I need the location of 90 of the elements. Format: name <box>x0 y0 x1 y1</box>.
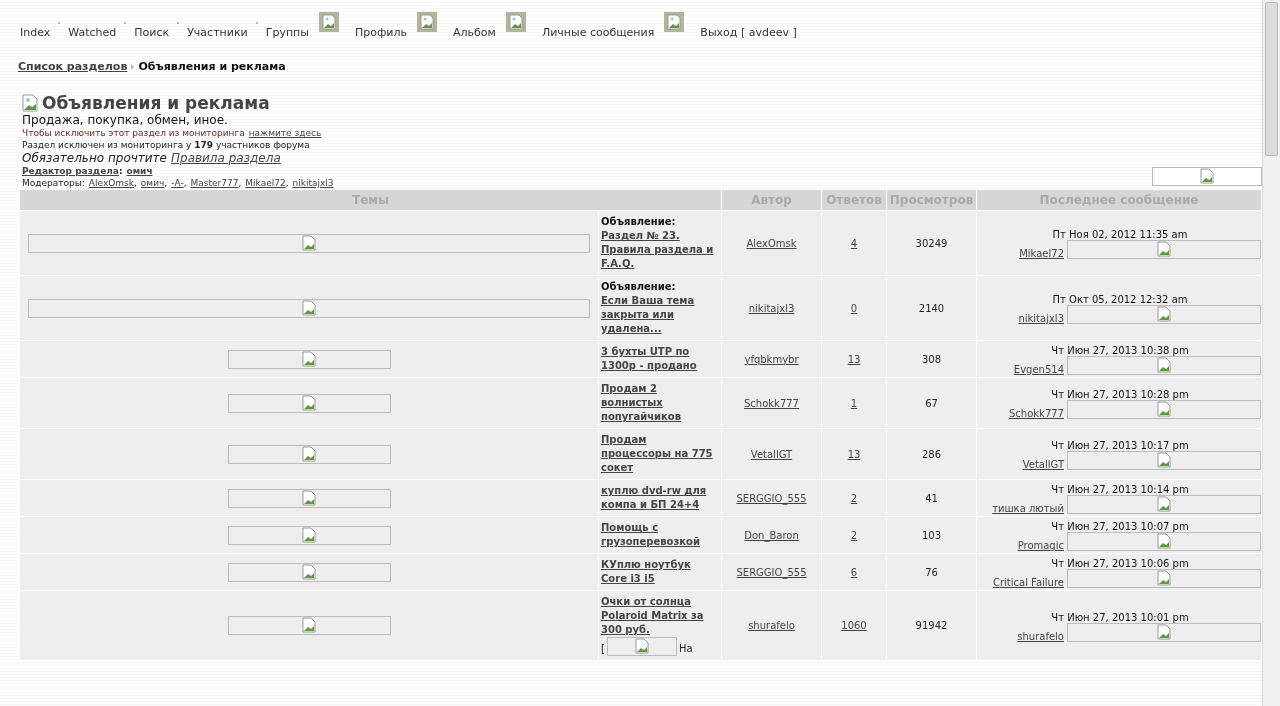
scrollbar[interactable] <box>1262 0 1280 706</box>
comma-text: , <box>134 178 137 188</box>
breadcrumb-link[interactable]: Список разделов <box>18 60 128 73</box>
nav-link[interactable]: Группы <box>265 26 309 40</box>
last-author-link[interactable]: тишка лютый <box>992 503 1064 514</box>
last-author-link[interactable]: Mikael72 <box>1019 248 1064 259</box>
last-post-date: Чт Июн 27, 2013 10:14 pm <box>1050 484 1190 495</box>
author-link[interactable]: AlexOmsk <box>746 237 797 249</box>
nav-link[interactable]: Альбом <box>453 26 496 40</box>
nav-link[interactable]: Поиск <box>134 26 170 40</box>
pages-text: На <box>678 642 693 656</box>
last-post-date: Чт Июн 27, 2013 10:01 pm <box>1050 611 1190 623</box>
nav-link[interactable]: Watched <box>68 26 117 40</box>
views-count: 286 <box>921 448 942 460</box>
last-post-date: Чт Июн 27, 2013 10:07 pm <box>1050 521 1190 532</box>
author-link[interactable]: Schokk777 <box>744 397 799 409</box>
watch-count-text: Раздел исключен из мониторинга у 179 участников форума <box>22 139 311 151</box>
last-author-link[interactable]: nikitajxl3 <box>1018 313 1064 324</box>
unwatch-text: Чтобы исключить этот раздел из мониторинга <box>22 128 245 138</box>
forum-description: Продажа, покупка, обмен, иное. <box>22 113 229 127</box>
views-count: 30249 <box>915 237 948 249</box>
views-count: 103 <box>921 529 942 541</box>
author-link[interactable]: shurafelo <box>748 620 795 631</box>
replies-link[interactable]: 6 <box>850 566 858 578</box>
last-post-date: Чт Июн 27, 2013 10:06 pm <box>1050 558 1190 569</box>
last-post-date: Чт Июн 27, 2013 10:28 pm <box>1050 389 1190 400</box>
views-count: 41 <box>925 492 938 504</box>
nav-link[interactable]: Index <box>20 26 51 40</box>
nav-link[interactable]: Профиль <box>354 26 408 40</box>
replies-link[interactable]: 4 <box>850 237 858 249</box>
author-link[interactable]: Don_Baron <box>744 529 799 541</box>
moderator-link[interactable]: AlexOmsk <box>88 178 134 188</box>
last-author-link[interactable]: Promagic <box>1017 540 1064 551</box>
announcement-label: Объявление: <box>601 280 677 294</box>
topic-link[interactable]: Очки от солнца Polaroid Matrix за 300 руб. <box>601 595 719 637</box>
last-author-link[interactable]: Evgen514 <box>1013 364 1064 375</box>
views-count: 2140 <box>918 302 945 314</box>
replies-link[interactable]: 2 <box>850 492 858 504</box>
broken-image-icon <box>664 12 685 32</box>
last-author-link[interactable]: VetallGT <box>1022 459 1064 470</box>
replies-link[interactable]: 1 <box>850 397 858 409</box>
replies-link[interactable]: 13 <box>847 353 861 365</box>
moderator-link[interactable]: Mikael72 <box>245 178 286 188</box>
replies-link[interactable]: 2 <box>850 529 858 541</box>
forum-title: Объявления и реклама <box>42 93 270 113</box>
moderator-link[interactable]: Master777 <box>190 178 239 188</box>
moderators-label: Модераторы: <box>22 178 85 188</box>
topic-link[interactable]: Раздел № 23. Правила раздела и F.A.Q. <box>601 229 719 271</box>
broken-image-icon <box>22 94 38 112</box>
breadcrumb-current: Объявления и реклама <box>138 60 286 73</box>
comma-text: , <box>285 178 289 188</box>
editor-link[interactable]: омич <box>126 166 153 176</box>
last-author-link[interactable]: Schokk777 <box>1009 408 1064 419</box>
rules-text: Обязательно прочтите <box>22 151 167 165</box>
replies-link[interactable]: 13 <box>847 448 861 460</box>
comma-text: , <box>238 178 242 188</box>
last-author-link[interactable]: shurafelo <box>1017 630 1064 642</box>
broken-image <box>606 637 677 656</box>
topic-link[interactable]: Если Ваша тема закрыта или удалена... <box>601 294 719 336</box>
views-count: 91942 <box>915 620 948 631</box>
nav-link[interactable]: Участники <box>187 26 248 40</box>
announcement-label: Объявление: <box>601 215 677 229</box>
last-author-link[interactable]: Critical Failure <box>992 577 1064 588</box>
author-link[interactable]: nikitajxl3 <box>748 302 795 314</box>
broken-image-icon <box>505 12 526 32</box>
author-link[interactable]: VetallGT <box>750 448 793 460</box>
moderator-link[interactable]: -A- <box>171 178 184 188</box>
views-count: 67 <box>925 397 938 409</box>
nav-link[interactable]: Личные сообщения <box>541 26 655 40</box>
last-post-date: Пт Ноя 02, 2012 11:35 am <box>1051 229 1189 240</box>
author-link[interactable]: yfqbkmybr <box>744 353 799 365</box>
nav-link[interactable]: Выход [ avdeev ] <box>700 26 797 40</box>
unwatch-link[interactable]: нажмите здесь <box>248 128 322 138</box>
last-post-date: Чт Июн 27, 2013 10:38 pm <box>1050 345 1190 356</box>
rules-link[interactable]: Правила раздела <box>171 151 281 165</box>
moderator-link[interactable]: nikitajxl3 <box>292 178 334 188</box>
last-post-date: Чт Июн 27, 2013 10:17 pm <box>1050 440 1190 451</box>
views-count: 308 <box>921 353 942 365</box>
replies-link[interactable]: 1060 <box>841 620 867 631</box>
comma-text: , <box>164 178 168 188</box>
editor-label-link[interactable]: Редактор раздела <box>22 166 119 176</box>
replies-link[interactable]: 0 <box>850 302 858 314</box>
bracket-text: [ <box>601 642 605 656</box>
last-post-date: Пт Окт 05, 2012 12:32 am <box>1051 294 1189 305</box>
broken-image-icon <box>417 12 438 32</box>
views-count: 76 <box>925 566 938 578</box>
comma-text: , <box>183 178 187 188</box>
breadcrumb-arrow-icon <box>131 63 135 70</box>
broken-image-icon <box>318 12 339 32</box>
colon-text: : <box>118 166 123 176</box>
